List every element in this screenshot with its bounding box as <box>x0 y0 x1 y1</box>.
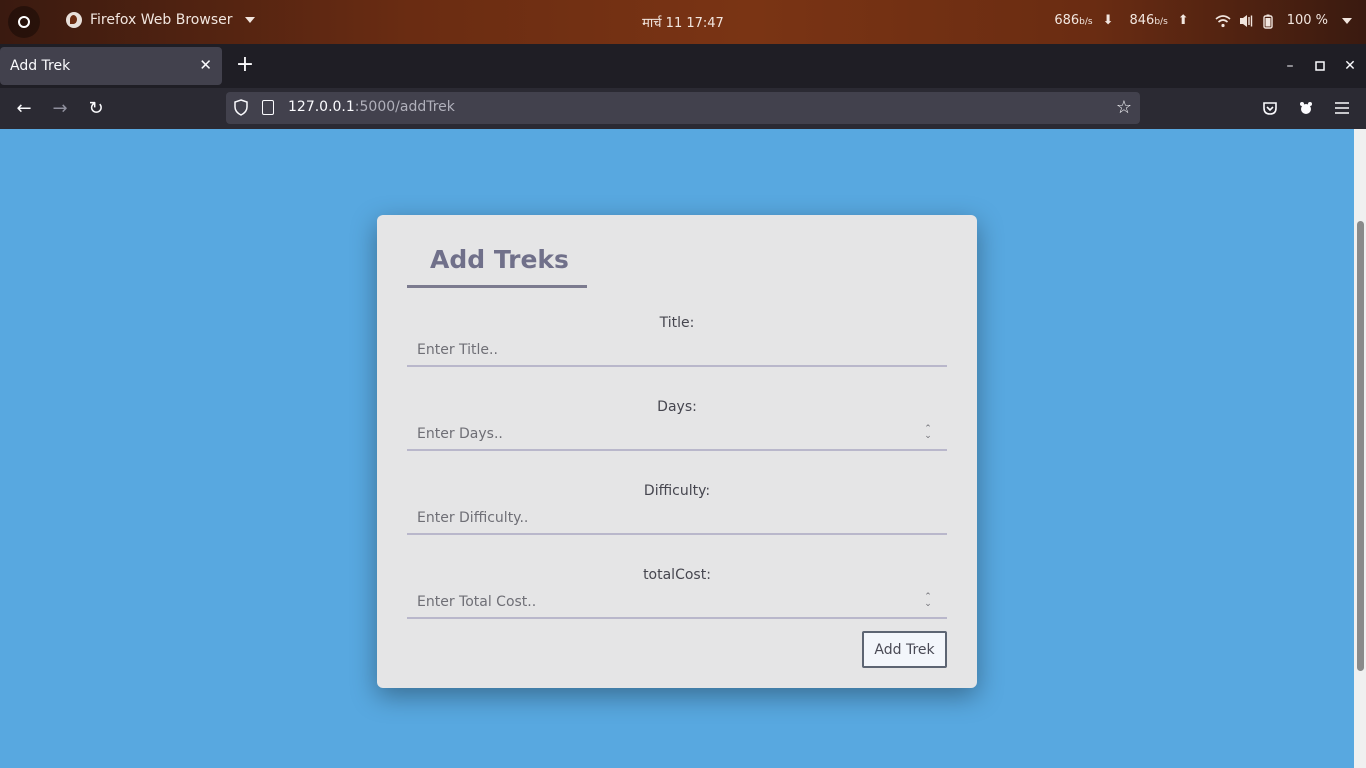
close-window-icon[interactable]: ✕ <box>1339 55 1361 77</box>
page-content: Add Treks Title: Days: ⌃⌄ Difficulty: to… <box>0 129 1354 768</box>
page-icon <box>262 100 274 115</box>
total-cost-label: totalCost: <box>643 567 711 583</box>
firefox-icon <box>66 12 82 28</box>
url-bar[interactable]: 127.0.0.1:5000/addTrek ☆ <box>226 92 1140 124</box>
net-up-rate: 846b/s <box>1129 13 1168 28</box>
scrollbar-thumb[interactable] <box>1357 221 1364 671</box>
page-scrollbar[interactable] <box>1354 129 1366 768</box>
star-icon[interactable]: ☆ <box>1116 97 1132 118</box>
maximize-icon[interactable] <box>1309 55 1331 77</box>
forward-arrow-icon[interactable]: → <box>47 96 73 122</box>
system-tray[interactable]: 686b/s ⬇ 846b/s ⬆ 100 % <box>1054 13 1352 29</box>
system-top-bar: Firefox Web Browser मार्च 11 17:47 686b/… <box>0 0 1366 44</box>
days-label: Days: <box>657 399 697 415</box>
back-arrow-icon[interactable]: ← <box>11 96 37 122</box>
heading-underline <box>407 285 587 288</box>
chevron-down-icon <box>244 17 255 23</box>
hamburger-menu-icon[interactable] <box>1330 96 1354 120</box>
days-spinner[interactable]: ⌃ ⌄ <box>923 425 933 442</box>
wifi-icon <box>1215 14 1231 28</box>
shield-icon <box>234 99 248 116</box>
app-menu[interactable]: Firefox Web Browser <box>66 12 255 28</box>
chevron-down-icon <box>1342 17 1352 24</box>
add-trek-button[interactable]: Add Trek <box>862 631 947 668</box>
activities-button[interactable] <box>8 6 40 38</box>
close-icon[interactable]: ✕ <box>199 56 212 74</box>
volume-icon <box>1239 14 1253 28</box>
app-menu-label: Firefox Web Browser <box>90 12 233 28</box>
title-input[interactable] <box>407 335 947 367</box>
pocket-icon[interactable] <box>1258 96 1282 120</box>
net-down-rate: 686b/s <box>1054 13 1093 28</box>
extension-icon[interactable] <box>1294 96 1318 120</box>
difficulty-label: Difficulty: <box>643 483 711 499</box>
tab-title: Add Trek <box>10 58 71 74</box>
days-input[interactable] <box>407 419 947 451</box>
total-cost-spinner[interactable]: ⌃ ⌄ <box>923 593 933 610</box>
reload-icon[interactable]: ↻ <box>83 96 109 122</box>
title-label: Title: <box>659 315 695 331</box>
battery-percent: 100 % <box>1286 13 1328 28</box>
activities-icon <box>18 16 30 28</box>
difficulty-input[interactable] <box>407 503 947 535</box>
tab-strip: Add Trek ✕ + – ✕ <box>0 44 1366 88</box>
minimize-icon[interactable]: – <box>1279 55 1301 77</box>
upload-arrow-icon: ⬆ <box>1177 13 1189 28</box>
add-trek-form: Add Treks Title: Days: ⌃⌄ Difficulty: to… <box>377 215 977 688</box>
url-text[interactable]: 127.0.0.1:5000/addTrek <box>288 99 455 115</box>
form-heading: Add Treks <box>430 245 569 274</box>
download-arrow-icon: ⬇ <box>1102 13 1114 28</box>
new-tab-button[interactable]: + <box>234 54 256 77</box>
total-cost-input[interactable] <box>407 587 947 619</box>
tab-add-trek[interactable]: Add Trek ✕ <box>0 47 222 85</box>
navigation-toolbar: ← → ↻ 127.0.0.1:5000/addTrek ☆ <box>0 88 1366 129</box>
battery-icon <box>1262 14 1277 29</box>
